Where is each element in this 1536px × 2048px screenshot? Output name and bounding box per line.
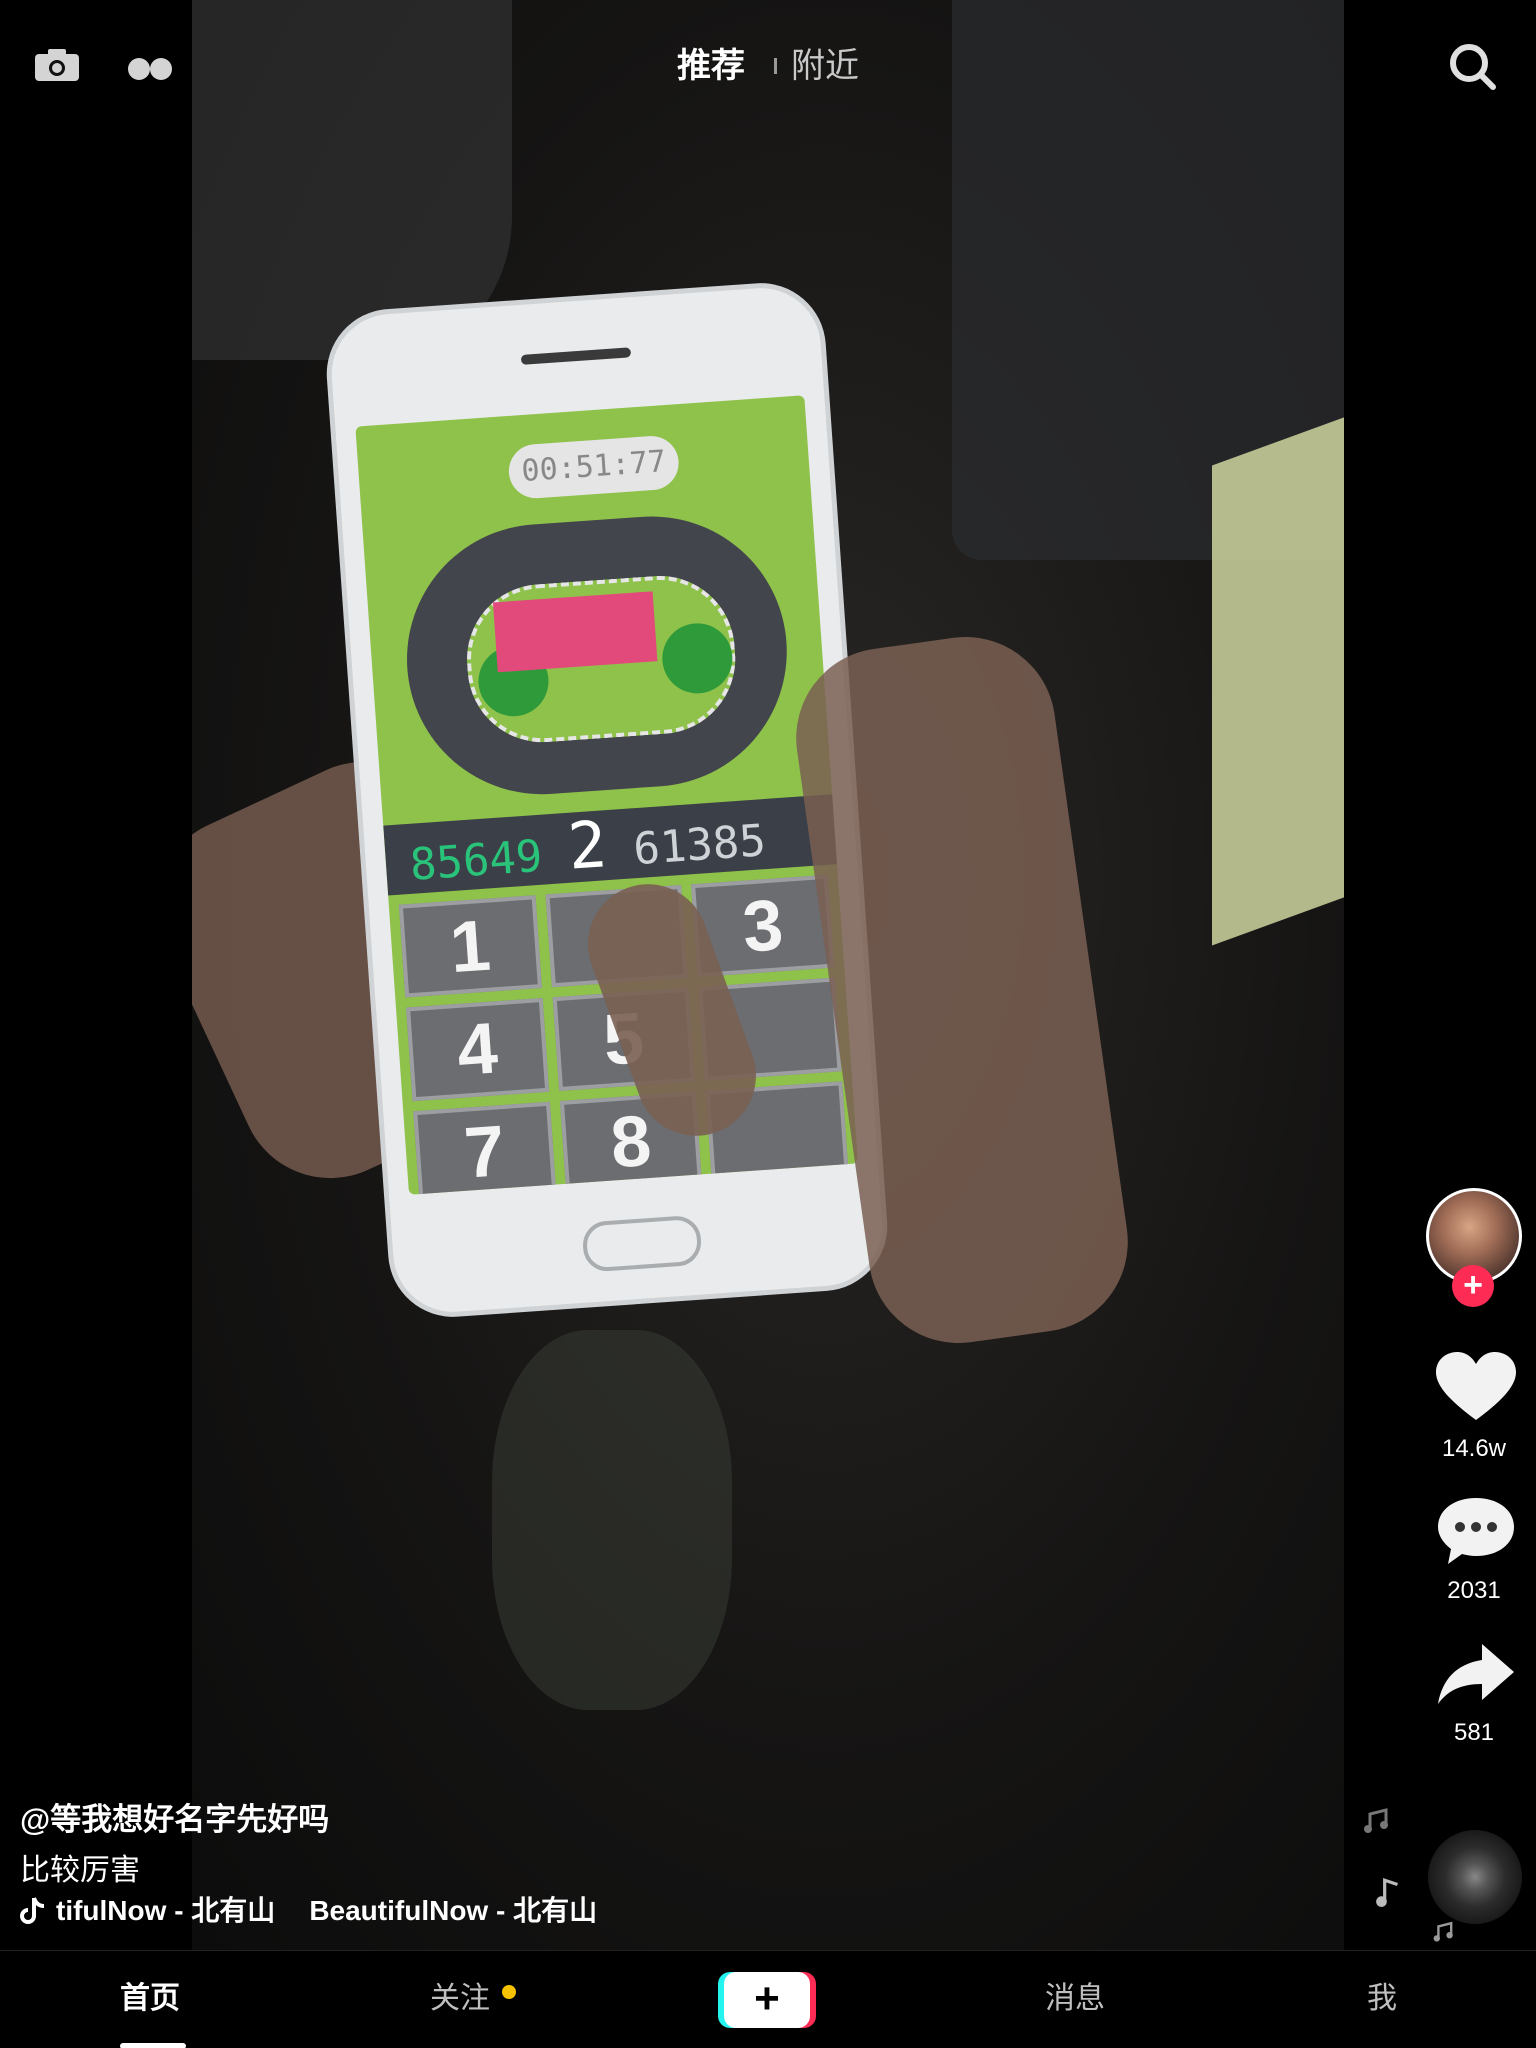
phone-screen: 00:51:77 85649 2 61385 1 3 4 5 bbox=[355, 395, 858, 1195]
music-note-icon bbox=[1433, 1921, 1453, 1942]
top-nav: 推荐 附近 bbox=[0, 0, 1536, 140]
music-marquee[interactable]: tifulNow - 北有山 BeautifulNow - 北有山 bbox=[20, 1893, 597, 1929]
share-icon[interactable] bbox=[1436, 1642, 1516, 1706]
music-title: tifulNow - 北有山 bbox=[56, 1895, 276, 1926]
music-title: BeautifulNow - 北有山 bbox=[309, 1895, 598, 1926]
tab-home[interactable]: 首页 bbox=[120, 1979, 180, 2019]
bottom-tab-bar: 首页 关注 + 消息 我 bbox=[0, 1950, 1536, 2048]
comment-count: 2031 bbox=[1447, 1577, 1501, 1604]
follow-plus-button[interactable]: + bbox=[1452, 1265, 1494, 1307]
keypad-key: 1 bbox=[398, 895, 542, 998]
background-object bbox=[492, 1330, 732, 1710]
tab-me[interactable]: 我 bbox=[1367, 1979, 1397, 2019]
music-note-icon bbox=[1364, 1808, 1388, 1833]
game-timer: 00:51:77 bbox=[507, 434, 681, 500]
tiktok-app: 00:51:77 85649 2 61385 1 3 4 5 bbox=[0, 0, 1536, 2048]
like-count: 14.6w bbox=[1441, 1435, 1507, 1462]
search-icon[interactable] bbox=[1448, 42, 1496, 90]
tiktok-note-icon bbox=[20, 1897, 45, 1924]
camera-icon[interactable] bbox=[34, 48, 80, 82]
comment-icon[interactable] bbox=[1436, 1496, 1516, 1566]
tab-divider bbox=[774, 58, 777, 74]
background-object bbox=[1212, 414, 1344, 946]
digits-todo: 61385 bbox=[631, 815, 768, 876]
keypad-key: 7 bbox=[413, 1101, 557, 1195]
tab-messages[interactable]: 消息 bbox=[1045, 1979, 1105, 2019]
keypad-key: 4 bbox=[406, 998, 549, 1101]
house bbox=[492, 591, 658, 673]
video-player[interactable]: 00:51:77 85649 2 61385 1 3 4 5 bbox=[192, 0, 1344, 1950]
create-button[interactable]: + bbox=[724, 1972, 810, 2028]
heart-icon[interactable] bbox=[1436, 1352, 1516, 1422]
notification-dot bbox=[502, 1985, 516, 1999]
video-description: 比较厉害 bbox=[20, 1854, 140, 1887]
dots-icon[interactable] bbox=[126, 52, 174, 86]
tab-nearby[interactable]: 附近 bbox=[791, 44, 859, 88]
in-video-phone: 00:51:77 85649 2 61385 1 3 4 5 bbox=[327, 284, 887, 1316]
tab-following[interactable]: 关注 bbox=[430, 1979, 490, 2019]
digit-current: 2 bbox=[565, 808, 610, 885]
tab-recommend[interactable]: 推荐 bbox=[677, 44, 745, 88]
phone-home-button bbox=[581, 1214, 703, 1273]
phone-speaker bbox=[520, 347, 632, 365]
active-tab-indicator bbox=[120, 2043, 186, 2048]
share-count: 581 bbox=[1453, 1719, 1495, 1746]
digits-done: 85649 bbox=[408, 830, 544, 891]
author-name[interactable]: @等我想好名字先好吗 bbox=[20, 1800, 329, 1840]
music-disc[interactable] bbox=[1428, 1830, 1522, 1924]
music-note-icon bbox=[1376, 1878, 1398, 1907]
